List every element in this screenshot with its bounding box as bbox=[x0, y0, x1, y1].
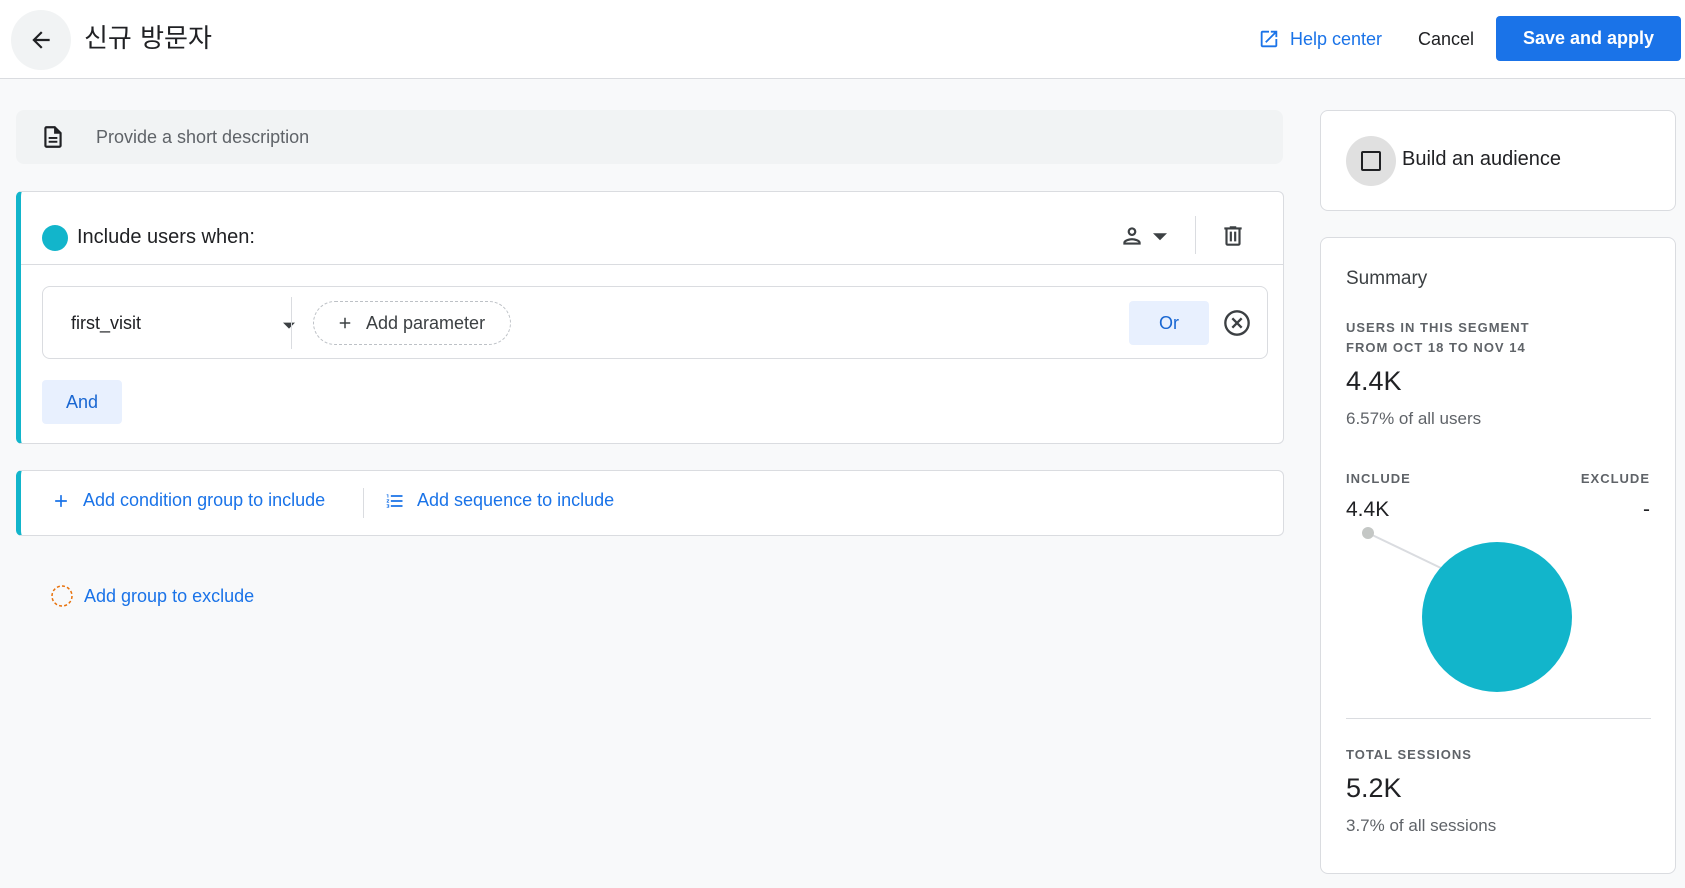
back-button[interactable] bbox=[11, 10, 71, 70]
include-exclude-circle-chart bbox=[1362, 527, 1572, 692]
include-group-header: Include users when: bbox=[21, 192, 1283, 265]
segment-users-value: 4.4K bbox=[1346, 366, 1402, 396]
exclude-label: EXCLUDE bbox=[1580, 471, 1650, 486]
add-sequence-button[interactable]: Add sequence to include bbox=[385, 490, 614, 511]
scope-dropdown[interactable] bbox=[1119, 220, 1167, 252]
add-group-card: Add condition group to include Add seque… bbox=[16, 470, 1284, 536]
document-icon bbox=[44, 126, 62, 148]
header-divider bbox=[1195, 216, 1196, 254]
include-circle bbox=[1422, 542, 1572, 692]
chart-leader-line bbox=[1367, 532, 1444, 570]
chevron-down-icon bbox=[283, 322, 295, 329]
total-sessions-label: TOTAL SESSIONS bbox=[1346, 747, 1472, 762]
build-audience-label: Build an audience bbox=[1402, 148, 1562, 170]
or-button[interactable]: Or bbox=[1129, 301, 1209, 345]
condition-divider bbox=[291, 297, 292, 349]
segment-label-line2: FROM OCT 18 TO NOV 14 bbox=[1346, 340, 1526, 355]
and-button[interactable]: And bbox=[42, 380, 122, 424]
segment-users-percent: 6.57% of all users bbox=[1346, 409, 1482, 428]
include-value: 4.4K bbox=[1346, 498, 1390, 521]
plus-icon bbox=[339, 317, 351, 329]
add-condition-group-label: Add condition group to include bbox=[83, 490, 326, 510]
delete-group-button[interactable] bbox=[1217, 220, 1249, 252]
summary-title: Summary bbox=[1346, 268, 1428, 289]
chart-leader-dot bbox=[1362, 527, 1374, 539]
dropdown-caret-icon bbox=[1153, 233, 1167, 241]
event-dropdown[interactable]: first_visit bbox=[71, 313, 295, 334]
include-indicator-dot bbox=[42, 225, 68, 251]
segment-label-line1: USERS IN THIS SEGMENT bbox=[1346, 320, 1530, 335]
arrow-back-icon bbox=[32, 31, 50, 49]
remove-condition-icon[interactable] bbox=[1223, 309, 1251, 337]
save-and-apply-button[interactable]: Save and apply bbox=[1496, 16, 1681, 61]
total-sessions-percent: 3.7% of all sessions bbox=[1346, 816, 1497, 835]
open-in-new-icon bbox=[1260, 30, 1278, 48]
add-exclude-group-label: Add group to exclude bbox=[84, 585, 255, 606]
condition-row: first_visit Add parameter Or bbox=[42, 286, 1268, 359]
page-title: 신규 방문자 bbox=[84, 24, 212, 54]
top-app-bar: 신규 방문자 Help center Cancel Save and apply bbox=[0, 0, 1685, 79]
include-group-title: Include users when: bbox=[77, 226, 255, 248]
format-list-numbered-icon bbox=[386, 493, 403, 508]
add-condition-group-button[interactable]: Add condition group to include bbox=[51, 490, 325, 511]
summary-card: Summary USERS IN THIS SEGMENT FROM OCT 1… bbox=[1320, 237, 1676, 874]
summary-divider bbox=[1346, 718, 1651, 719]
segment-users-label: USERS IN THIS SEGMENT FROM OCT 18 TO NOV… bbox=[1346, 318, 1646, 358]
dashed-circle-icon bbox=[51, 585, 73, 607]
description-bar bbox=[16, 110, 1283, 164]
event-name: first_visit bbox=[71, 313, 142, 333]
include-condition-group: Include users when: first_visit Add para… bbox=[16, 191, 1284, 444]
build-audience-card: Build an audience bbox=[1320, 110, 1676, 211]
exclude-value: - bbox=[1643, 498, 1650, 521]
trash-icon bbox=[1224, 226, 1242, 246]
checkbox-box bbox=[1361, 151, 1381, 171]
help-center-link[interactable]: Help center bbox=[1258, 24, 1382, 54]
plus-icon bbox=[55, 494, 67, 507]
add-sequence-label: Add sequence to include bbox=[417, 490, 615, 510]
description-input[interactable] bbox=[96, 126, 1196, 148]
build-audience-checkbox[interactable] bbox=[1346, 136, 1396, 186]
add-exclude-group-button[interactable]: Add group to exclude bbox=[50, 584, 254, 608]
cancel-button[interactable]: Cancel bbox=[1410, 20, 1482, 58]
include-label: INCLUDE bbox=[1346, 471, 1411, 486]
person-icon bbox=[1123, 227, 1141, 245]
add-parameter-label: Add parameter bbox=[366, 312, 486, 333]
total-sessions-value: 5.2K bbox=[1346, 773, 1402, 803]
help-center-label: Help center bbox=[1290, 28, 1383, 49]
add-group-divider bbox=[363, 488, 364, 518]
add-parameter-button[interactable]: Add parameter bbox=[313, 301, 511, 345]
